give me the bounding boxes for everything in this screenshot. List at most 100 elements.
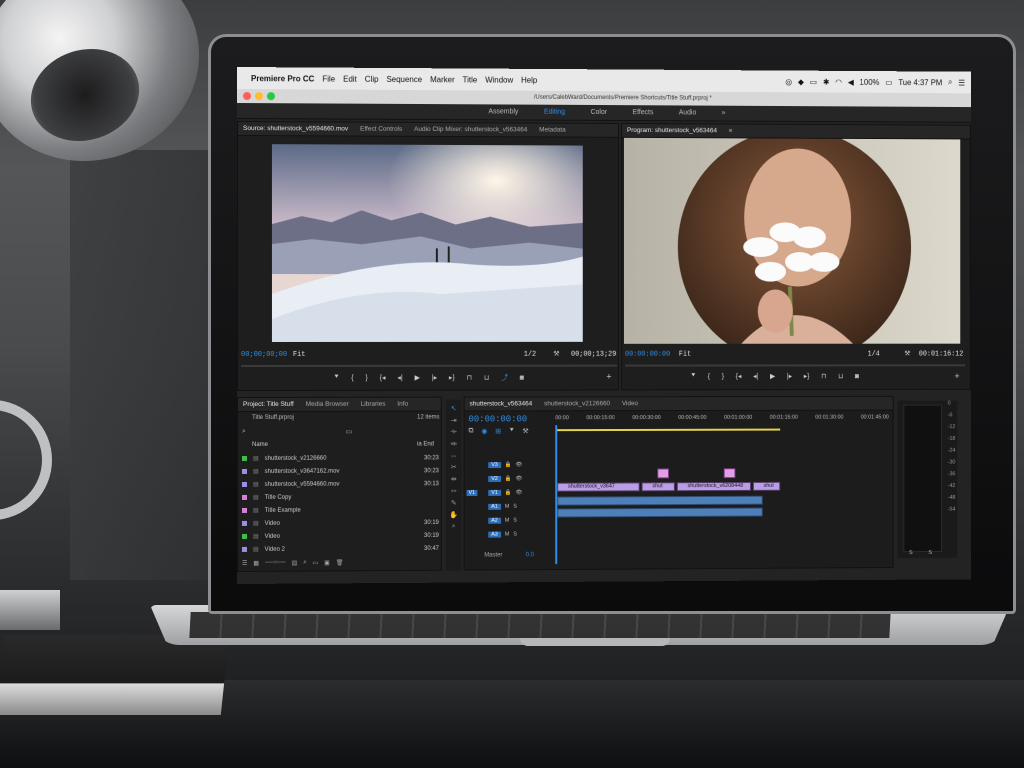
solo-left[interactable]: S [909, 550, 913, 556]
rate-stretch-icon[interactable]: ↔ [450, 452, 457, 459]
title-clip[interactable] [724, 468, 736, 478]
workspace-more-icon[interactable]: » [722, 110, 726, 117]
tab-sequence-3[interactable]: Video [622, 400, 638, 407]
master-value[interactable]: 0.0 [526, 552, 534, 558]
solo-toggle[interactable]: S [513, 504, 517, 510]
slide-icon[interactable]: ⇿ [451, 487, 457, 495]
app-menu[interactable]: Premiere Pro CC [251, 74, 314, 83]
razor-icon[interactable]: ✂ [451, 463, 457, 471]
workspace-color[interactable]: Color [591, 109, 607, 116]
minimize-button[interactable] [255, 92, 263, 100]
step-forward-icon[interactable]: |▸ [432, 374, 437, 382]
camera-icon[interactable]: ◙ [520, 374, 524, 381]
mute-toggle[interactable]: M [505, 504, 510, 510]
source-scrubber[interactable] [241, 365, 617, 367]
track-header[interactable]: V1 V1 🔒 👁 [465, 487, 556, 499]
tab-audio-clip-mixer[interactable]: Audio Clip Mixer: shutterstock_v563464 [414, 126, 527, 134]
program-fit-select[interactable]: Fit [679, 351, 691, 359]
step-back-icon[interactable]: ◂| [753, 372, 758, 380]
battery-percent[interactable]: 100% [860, 77, 880, 86]
workspace-assembly[interactable]: Assembly [488, 108, 518, 115]
new-bin-icon[interactable]: ▭ [313, 560, 319, 567]
menu-marker[interactable]: Marker [430, 75, 455, 84]
panel-menu-icon[interactable]: ≡ [729, 127, 733, 134]
mark-out-icon[interactable]: } [722, 373, 724, 380]
source-patch[interactable]: V1 [467, 490, 478, 496]
project-item[interactable]: ▤ shutterstock_v5594660.mov 30:13 [242, 477, 439, 491]
tab-project[interactable]: Project: Title Stuff [243, 401, 294, 408]
project-item[interactable]: ▤ shutterstock_v2126660 30:23 [242, 451, 439, 465]
add-button-icon[interactable]: + [954, 371, 959, 381]
tab-source[interactable]: Source: shutterstock_v5594660.mov [243, 125, 348, 133]
tab-metadata[interactable]: Metadata [539, 127, 566, 134]
eye-icon[interactable]: 👁 [515, 462, 522, 468]
overwrite-icon[interactable]: ⊔ [484, 374, 489, 382]
tab-sequence-2[interactable]: shutterstock_v2126660 [544, 400, 610, 407]
add-marker-icon[interactable]: ⯆ [691, 372, 696, 380]
zoom-slider[interactable]: ──○── [265, 560, 286, 567]
tab-media-browser[interactable]: Media Browser [306, 401, 349, 408]
creative-cloud-icon[interactable]: ◎ [785, 77, 792, 86]
snap-icon[interactable]: ◉ [481, 427, 487, 435]
automate-icon[interactable]: ▤ [292, 560, 298, 567]
add-marker-icon[interactable]: ⯆ [334, 374, 340, 382]
track-header[interactable]: V3 🔒 👁 [465, 459, 556, 471]
track-header[interactable]: A2 M S [465, 514, 556, 526]
timeline-timecode[interactable]: 00:00:00:00 [469, 414, 528, 424]
insert-icon[interactable]: ⊓ [467, 374, 472, 382]
new-item-icon[interactable]: ▣ [324, 559, 330, 566]
step-back-icon[interactable]: ◂| [397, 374, 402, 382]
project-item[interactable]: ▤ Video 2 30:47 [242, 542, 439, 556]
new-bin-icon[interactable]: ▭ [346, 428, 353, 436]
source-fit-select[interactable]: Fit [293, 351, 306, 359]
tab-program[interactable]: Program: shutterstock_v563464 [627, 127, 717, 134]
eye-icon[interactable]: 👁 [515, 490, 522, 496]
go-to-out-icon[interactable]: ▸} [449, 374, 455, 382]
project-item[interactable]: ▤ Title Example [242, 503, 439, 517]
audio-clip-a1[interactable] [557, 496, 762, 506]
export-frame-icon[interactable]: ⤴ [501, 373, 508, 383]
video-clip[interactable]: shutterstock_v6208448 [677, 482, 751, 491]
wrench-icon[interactable]: ⚒ [553, 350, 559, 358]
video-clip[interactable]: shut [753, 482, 780, 491]
video-clip[interactable]: shut [642, 482, 675, 491]
mute-toggle[interactable]: M [505, 532, 510, 538]
ripple-edit-icon[interactable]: ⟛ [451, 428, 457, 436]
lock-icon[interactable]: 🔒 [505, 462, 512, 468]
wrench-icon[interactable]: ⚒ [522, 427, 528, 435]
eye-icon[interactable]: 👁 [515, 476, 522, 482]
lock-icon[interactable]: 🔒 [505, 476, 512, 482]
audio-clip-a1-waveform[interactable] [557, 508, 762, 518]
project-item[interactable]: ▤ Title Copy [242, 490, 439, 504]
menu-title[interactable]: Title [463, 75, 478, 84]
dropbox-icon[interactable]: ◆ [798, 77, 804, 86]
search-icon[interactable]: ⌕ [242, 428, 246, 436]
add-button-icon[interactable]: + [606, 372, 611, 382]
notification-center-icon[interactable]: ☰ [958, 78, 965, 87]
source-timecode-in[interactable]: 00;00;00;00 [241, 351, 287, 359]
airplay-icon[interactable]: ▭ [810, 77, 817, 86]
column-name[interactable]: Name [252, 442, 268, 448]
linked-selection-icon[interactable]: ⊞ [495, 427, 501, 435]
camera-icon[interactable]: ◙ [855, 373, 859, 380]
tab-libraries[interactable]: Libraries [361, 401, 386, 408]
solo-right[interactable]: S [928, 550, 932, 556]
clock[interactable]: Tue 4:37 PM [898, 78, 942, 87]
mute-toggle[interactable]: M [505, 518, 510, 524]
find-icon[interactable]: ⌕ [303, 560, 306, 567]
play-icon[interactable]: ▶ [415, 374, 420, 382]
rolling-edit-icon[interactable]: ⟚ [450, 440, 457, 448]
hand-icon[interactable]: ✋ [449, 511, 458, 519]
mark-in-icon[interactable]: { [351, 374, 353, 381]
track-header[interactable]: A3 M S [465, 528, 556, 540]
zoom-button[interactable] [267, 92, 275, 100]
track-header[interactable]: A1 M S [465, 501, 556, 513]
selection-tool-icon[interactable]: ↖ [451, 405, 457, 413]
program-resolution-select[interactable]: 1/4 [868, 351, 880, 359]
wifi-icon[interactable]: ◠ [835, 77, 842, 86]
program-video-frame[interactable] [624, 138, 960, 344]
tab-sequence-1[interactable]: shutterstock_v563464 [470, 400, 533, 407]
source-video-frame[interactable] [272, 144, 583, 342]
workspace-editing[interactable]: Editing [544, 109, 565, 116]
solo-toggle[interactable]: S [513, 532, 517, 538]
